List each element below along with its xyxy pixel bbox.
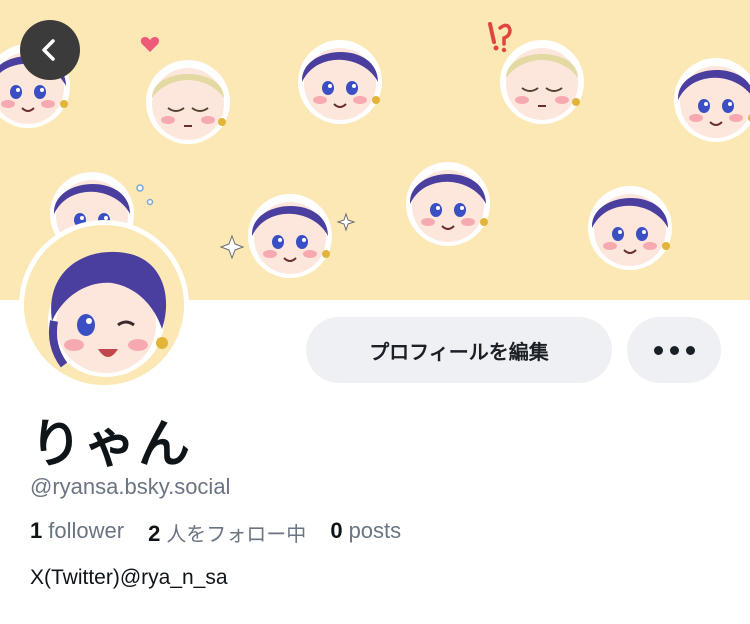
profile-handle: @ryansa.bsky.social (30, 474, 231, 499)
following-label: 人をフォロー中 (166, 522, 307, 546)
following-count: 2 (148, 521, 161, 546)
followers-stat[interactable]: 1 follower (30, 518, 124, 547)
more-options-button[interactable] (627, 317, 721, 383)
profile-stats: 1 follower 2 人をフォロー中 0 posts (30, 518, 401, 547)
followers-label: follower (48, 518, 125, 543)
chevron-left-icon (42, 39, 55, 61)
avatar-frame[interactable] (19, 220, 189, 390)
avatar (24, 225, 184, 385)
display-name: りゃん (30, 415, 193, 475)
more-horizontal-icon (653, 345, 695, 355)
following-stat[interactable]: 2 人をフォロー中 (148, 518, 306, 547)
edit-profile-button[interactable]: プロフィールを編集 (306, 317, 612, 383)
posts-label: posts (348, 518, 402, 543)
avatar-illustration (24, 225, 184, 385)
followers-count: 1 (30, 518, 43, 543)
back-button[interactable] (20, 20, 80, 80)
posts-stat: 0 posts (330, 518, 401, 547)
profile-bio: X(Twitter)@rya_n_sa (30, 566, 228, 589)
posts-count: 0 (330, 518, 343, 543)
